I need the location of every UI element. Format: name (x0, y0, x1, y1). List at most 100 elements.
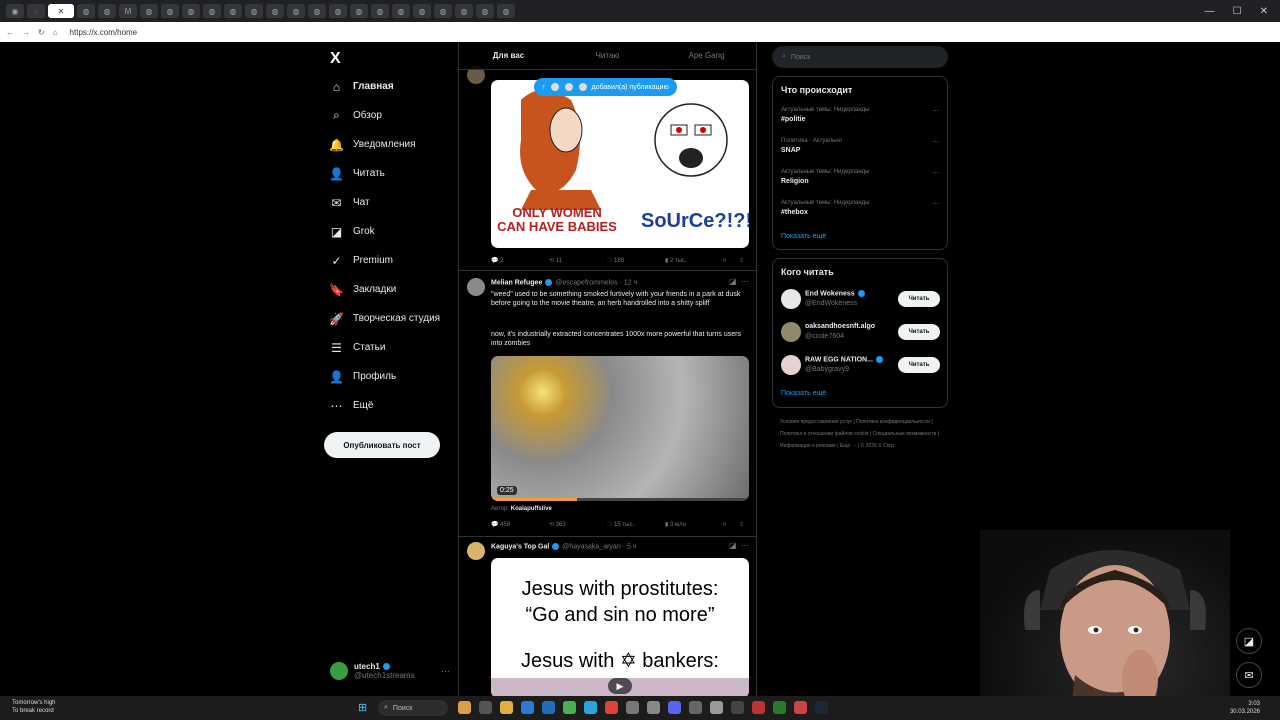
browser-tab-active[interactable]: ✕ (48, 4, 74, 18)
bookmark-icon[interactable]: ⌑ (723, 257, 739, 264)
sidebar-item-more[interactable]: ⋯ Ещё (330, 399, 374, 413)
app-icon[interactable] (542, 701, 555, 714)
tweet-video[interactable]: 0:25 (491, 356, 749, 501)
task-view-icon[interactable] (479, 701, 492, 714)
sidebar-item-articles[interactable]: ☰ Статьи (330, 341, 385, 355)
more-icon[interactable]: ⋯ (932, 138, 939, 146)
tab-for-you[interactable]: Для вас (459, 42, 558, 69)
browser-tab[interactable]: ◌ (27, 4, 45, 18)
account-handle[interactable]: @EndWokeness (805, 300, 857, 307)
browser-tab[interactable]: ◍ (245, 4, 263, 18)
bookmark-icon[interactable]: ⌑ (723, 521, 739, 528)
browser-tab[interactable]: ◍ (287, 4, 305, 18)
sidebar-item-notifications[interactable]: 🔔 Уведомления (329, 138, 416, 152)
follow-button[interactable]: Читать (898, 291, 940, 307)
sidebar-item-grok[interactable]: ◪ Grok (330, 225, 375, 239)
tweet-handle[interactable]: @escapefrommelos (555, 279, 617, 286)
footer-links[interactable]: Условия предоставления услуг | Политика … (780, 416, 940, 452)
tab-ape-gang[interactable]: Ape Gang (657, 42, 756, 69)
browser-tab[interactable]: ◍ (497, 4, 515, 18)
grok-icon[interactable]: ◪ (729, 277, 737, 286)
trend-item[interactable]: #politie (781, 116, 806, 123)
app-icon[interactable] (458, 701, 471, 714)
account-name[interactable]: End Wokeness (805, 290, 866, 297)
maximize-icon[interactable]: ☐ (1233, 6, 1242, 17)
tweet-time[interactable]: 12 ч (624, 279, 637, 286)
browser-tab[interactable]: ◍ (98, 4, 116, 18)
forward-icon[interactable]: → (22, 28, 30, 37)
account-switcher[interactable]: utech1 @utech1streams ⋯ (330, 662, 450, 680)
steam-icon[interactable] (815, 701, 828, 714)
tweet-time[interactable]: 5 ч (627, 543, 637, 550)
browser-tab[interactable]: ◍ (161, 4, 179, 18)
app-icon[interactable] (689, 701, 702, 714)
more-icon[interactable]: ⋯ (932, 169, 939, 177)
play-icon[interactable]: ▶ (608, 678, 632, 694)
reply-button[interactable]: 💬 458 (491, 521, 549, 528)
account-name[interactable]: RAW EGG NATION... (805, 356, 884, 363)
browser-tab[interactable]: ◍ (77, 4, 95, 18)
chat-float-button[interactable]: ✉ (1236, 662, 1262, 688)
avatar[interactable] (781, 355, 801, 375)
sidebar-item-follow[interactable]: 👤 Читать (329, 167, 385, 181)
app-icon[interactable] (563, 701, 576, 714)
avatar[interactable] (781, 289, 801, 309)
browser-tab[interactable]: ◍ (434, 4, 452, 18)
repost-button[interactable]: ⟲ 363 (549, 521, 607, 528)
account-handle[interactable]: @ccole7604 (805, 333, 844, 340)
trend-item[interactable]: Religion (781, 178, 809, 185)
grok-float-button[interactable]: ◪ (1236, 628, 1262, 654)
home-browser-icon[interactable]: ⌂ (53, 28, 58, 37)
account-name[interactable]: oaksandhoesnft.algo (805, 323, 875, 330)
search-input[interactable]: ⌕ Поиск (772, 46, 948, 68)
reload-icon[interactable]: ↻ (38, 28, 45, 37)
browser-tab[interactable]: ◍ (182, 4, 200, 18)
explorer-icon[interactable] (500, 701, 513, 714)
sidebar-item-home[interactable]: ⌂ Главная (330, 80, 394, 94)
tweet-handle[interactable]: @hayasaka_aryan (562, 543, 620, 550)
vscode-icon[interactable] (521, 701, 534, 714)
system-clock[interactable]: 3:03 30.03.2026 (1230, 700, 1260, 716)
browser-tab[interactable]: ◍ (350, 4, 368, 18)
browser-tab[interactable]: ◍ (329, 4, 347, 18)
browser-tab[interactable]: ◍ (476, 4, 494, 18)
chrome-icon[interactable] (605, 701, 618, 714)
app-icon[interactable] (647, 701, 660, 714)
tweet-image[interactable]: Jesus with prostitutes: “Go and sin no m… (491, 558, 749, 696)
trend-item[interactable]: SNAP (781, 147, 800, 154)
views-button[interactable]: ▮ 2 тыс. (665, 257, 723, 264)
sidebar-item-studio[interactable]: 🚀 Творческая студия (329, 312, 440, 326)
back-icon[interactable]: ← (6, 28, 14, 37)
more-icon[interactable]: ⋯ (741, 541, 749, 550)
app-icon[interactable] (731, 701, 744, 714)
follow-button[interactable]: Читать (898, 324, 940, 340)
taskbar-search[interactable]: ⌕ Поиск (378, 700, 448, 716)
follow-button[interactable]: Читать (898, 357, 940, 373)
telegram-icon[interactable] (584, 701, 597, 714)
show-more-link[interactable]: Показать ещё (781, 390, 826, 397)
app-icon[interactable] (752, 701, 765, 714)
browser-tab[interactable]: ◍ (140, 4, 158, 18)
app-icon[interactable] (626, 701, 639, 714)
avatar[interactable] (467, 278, 485, 296)
sidebar-item-chat[interactable]: ✉ Чат (330, 196, 369, 210)
app-icon[interactable] (710, 701, 723, 714)
account-handle[interactable]: @Babygravy9 (805, 366, 849, 373)
tweet-author-name[interactable]: Melian Refugee (491, 279, 542, 286)
more-icon[interactable]: ⋯ (932, 200, 939, 208)
browser-tab[interactable]: ◍ (413, 4, 431, 18)
close-window-icon[interactable]: ✕ (1260, 6, 1268, 17)
share-icon[interactable]: ⇪ (739, 257, 749, 264)
browser-tab[interactable]: M (119, 4, 137, 18)
more-icon[interactable]: ⋯ (441, 666, 450, 677)
app-icon[interactable] (794, 701, 807, 714)
show-more-link[interactable]: Показать ещё (781, 233, 826, 240)
tweet-author-name[interactable]: Kaguya's Top Gal (491, 543, 549, 550)
share-icon[interactable]: ⇪ (739, 521, 749, 528)
browser-tab[interactable]: ◍ (203, 4, 221, 18)
browser-tab[interactable]: ◍ (266, 4, 284, 18)
new-posts-pill[interactable]: ↑ добавил(а) публикацию (534, 78, 677, 96)
sidebar-item-premium[interactable]: ✓ Premium (330, 254, 393, 268)
more-icon[interactable]: ⋯ (932, 107, 939, 115)
sidebar-item-explore[interactable]: ⌕ Обзор (330, 108, 382, 122)
